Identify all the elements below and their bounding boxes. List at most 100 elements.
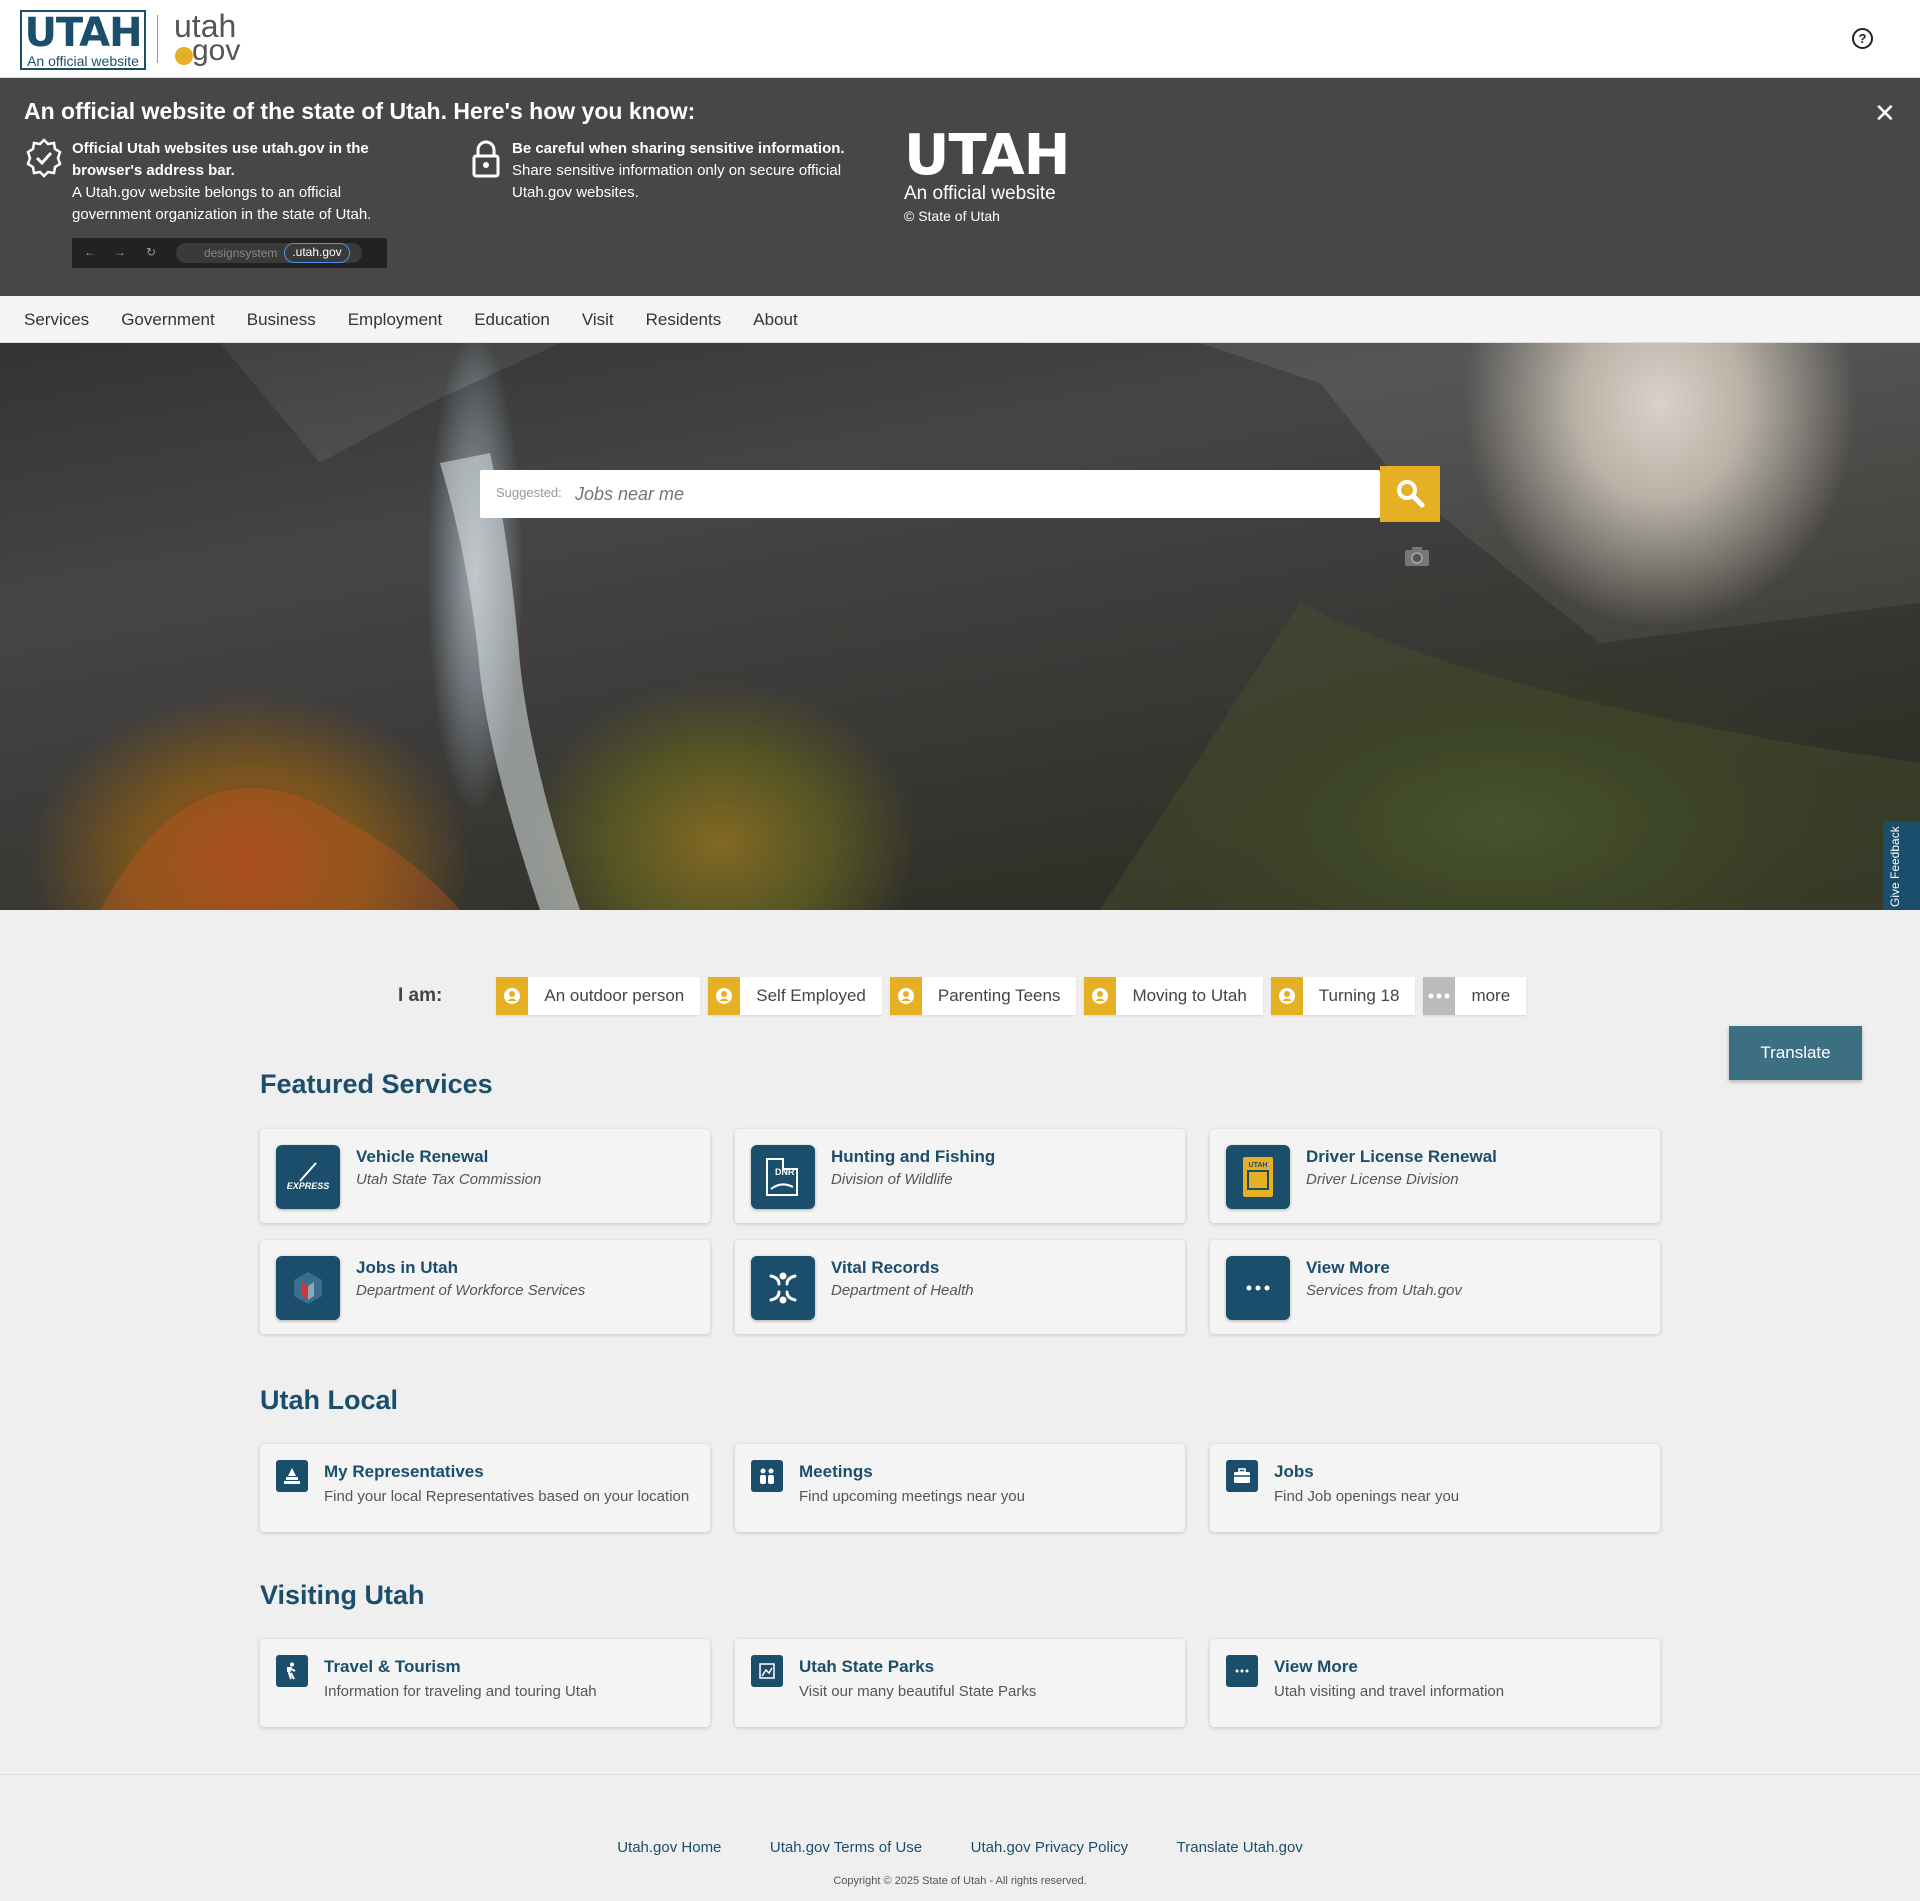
banner-info-domain-title: Official Utah websites use utah.gov in t… <box>72 140 369 179</box>
translate-button[interactable]: Translate <box>1729 1026 1862 1080</box>
card-title: Driver License Renewal <box>1306 1147 1497 1166</box>
card-subtitle: Find your local Representatives based on… <box>324 1488 690 1505</box>
ellipsis-icon <box>1423 977 1456 1015</box>
i-am-label: I am: <box>398 985 443 1006</box>
banner-info-secure-text: Be careful when sharing sensitive inform… <box>512 138 872 204</box>
svg-text:DNR: DNR <box>775 1167 795 1177</box>
person-icon <box>889 977 922 1015</box>
card-title: Utah State Parks <box>799 1657 935 1676</box>
browser-address-highlight: .utah.gov <box>284 243 350 263</box>
footer-link-terms[interactable]: Utah.gov Terms of Use <box>770 1839 922 1856</box>
card-subtitle: Information for traveling and touring Ut… <box>324 1683 597 1700</box>
i-am-option-parenting-teens[interactable]: Parenting Teens <box>889 977 1077 1015</box>
local-card-jobs[interactable]: Jobs Find Job openings near you <box>1210 1444 1660 1532</box>
utah-logo-tagline: An official website <box>27 53 139 69</box>
i-am-option-more[interactable]: more <box>1423 977 1527 1015</box>
give-feedback-tab[interactable]: Give Feedback <box>1883 821 1920 910</box>
meeting-icon <box>751 1460 783 1492</box>
card-subtitle: Department of Workforce Services <box>356 1282 586 1299</box>
local-card-representatives[interactable]: My Representatives Find your local Repre… <box>260 1444 710 1532</box>
i-am-option-self-employed[interactable]: Self Employed <box>708 977 882 1015</box>
dnr-icon: DNR <box>751 1145 815 1209</box>
forward-arrow-icon: → <box>114 245 126 259</box>
nav-item-services[interactable]: Services <box>24 310 89 330</box>
banner-utah-tagline: An official website <box>904 183 1056 204</box>
nav-item-about[interactable]: About <box>753 310 797 330</box>
featured-card-jobs-in-utah[interactable]: Jobs in Utah Department of Workforce Ser… <box>260 1240 710 1334</box>
capitol-icon <box>276 1460 308 1492</box>
i-am-option-label: Moving to Utah <box>1132 986 1247 1005</box>
i-am-option-label: An outdoor person <box>544 986 685 1005</box>
featured-card-vital-records[interactable]: Vital Records Department of Health <box>735 1240 1185 1334</box>
featured-card-driver-license[interactable]: UTAH Driver License Renewal Driver Licen… <box>1210 1129 1660 1223</box>
person-icon <box>1270 977 1303 1015</box>
visit-card-travel-tourism[interactable]: Travel & Tourism Information for traveli… <box>260 1639 710 1727</box>
featured-services-title: Featured Services <box>260 1069 493 1099</box>
card-subtitle: Visit our many beautiful State Parks <box>799 1683 1037 1700</box>
card-subtitle: Services from Utah.gov <box>1306 1282 1462 1299</box>
footer-link-privacy[interactable]: Utah.gov Privacy Policy <box>971 1839 1129 1856</box>
search-icon <box>1397 479 1425 507</box>
card-subtitle: Division of Wildlife <box>831 1171 953 1188</box>
local-card-meetings[interactable]: Meetings Find upcoming meetings near you <box>735 1444 1185 1532</box>
card-subtitle: Department of Health <box>831 1282 974 1299</box>
visit-card-state-parks[interactable]: Utah State Parks Visit our many beautifu… <box>735 1639 1185 1727</box>
browser-address-illustration: ← → ↻ designsystem .utah.gov <box>72 238 387 268</box>
nav-item-visit[interactable]: Visit <box>582 310 614 330</box>
card-title: Jobs in Utah <box>356 1258 459 1277</box>
utah-logo[interactable]: UTAH An official website <box>20 10 146 70</box>
park-icon <box>751 1655 783 1687</box>
card-subtitle: Find Job openings near you <box>1274 1488 1460 1505</box>
featured-card-view-more[interactable]: View More Services from Utah.gov <box>1210 1240 1660 1334</box>
banner-info-secure-body: Share sensitive information only on secu… <box>512 162 842 201</box>
visit-card-view-more[interactable]: View More Utah visiting and travel infor… <box>1210 1639 1660 1727</box>
help-icon[interactable]: ? <box>1852 28 1873 49</box>
footer-link-translate[interactable]: Translate Utah.gov <box>1177 1839 1303 1856</box>
i-am-option-outdoor[interactable]: An outdoor person <box>496 977 701 1015</box>
person-icon <box>496 977 529 1015</box>
nav-item-education[interactable]: Education <box>474 310 550 330</box>
i-am-option-moving[interactable]: Moving to Utah <box>1084 977 1263 1015</box>
nav-item-employment[interactable]: Employment <box>348 310 442 330</box>
person-icon <box>708 977 741 1015</box>
card-title: View More <box>1306 1258 1390 1277</box>
featured-card-hunting-fishing[interactable]: DNR Hunting and Fishing Division of Wild… <box>735 1129 1185 1223</box>
nav-item-business[interactable]: Business <box>247 310 316 330</box>
i-am-option-turning-18[interactable]: Turning 18 <box>1270 977 1416 1015</box>
hero-landscape-image <box>0 343 1920 910</box>
card-title: Hunting and Fishing <box>831 1147 996 1166</box>
driver-license-icon: UTAH <box>1226 1145 1290 1209</box>
camera-icon[interactable] <box>1404 545 1430 567</box>
card-title: Travel & Tourism <box>324 1657 461 1676</box>
footer-links: Utah.gov Home Utah.gov Terms of Use Utah… <box>0 1839 1920 1857</box>
close-icon[interactable]: ✕ <box>1874 98 1896 129</box>
logo-divider <box>157 15 158 63</box>
card-title: Jobs <box>1274 1462 1314 1481</box>
card-title: View More <box>1274 1657 1358 1676</box>
featured-card-vehicle-renewal[interactable]: EXPRESS Vehicle Renewal Utah State Tax C… <box>260 1129 710 1223</box>
card-title: Vehicle Renewal <box>356 1147 489 1166</box>
search-button[interactable] <box>1380 466 1440 522</box>
main-navigation: Services Government Business Employment … <box>0 296 1920 343</box>
utah-gov-logo-bottom: gov <box>192 34 241 67</box>
search-input[interactable] <box>575 478 1355 510</box>
banner-info-domain-body: A Utah.gov website belongs to an officia… <box>72 184 372 223</box>
workforce-icon <box>276 1256 340 1320</box>
utah-gov-logo-dot <box>175 47 193 65</box>
back-arrow-icon: ← <box>84 245 96 259</box>
banner-utah-wordmark: UTAH <box>904 123 1071 188</box>
official-website-banner: An official website of the state of Utah… <box>0 78 1920 296</box>
i-am-option-label: Turning 18 <box>1318 986 1400 1005</box>
verified-badge-icon <box>26 138 62 178</box>
nav-item-government[interactable]: Government <box>121 310 215 330</box>
i-am-option-label: more <box>1471 986 1511 1005</box>
utah-gov-logo[interactable]: utah gov <box>172 10 252 66</box>
renewal-express-icon: EXPRESS <box>276 1145 340 1209</box>
card-title: My Representatives <box>324 1462 484 1481</box>
footer-link-home[interactable]: Utah.gov Home <box>617 1839 721 1856</box>
card-subtitle: Utah State Tax Commission <box>356 1171 542 1188</box>
vital-records-icon <box>751 1256 815 1320</box>
card-subtitle: Find upcoming meetings near you <box>799 1488 1025 1505</box>
nav-item-residents[interactable]: Residents <box>646 310 722 330</box>
banner-utah-copyright: © State of Utah <box>904 208 1000 224</box>
